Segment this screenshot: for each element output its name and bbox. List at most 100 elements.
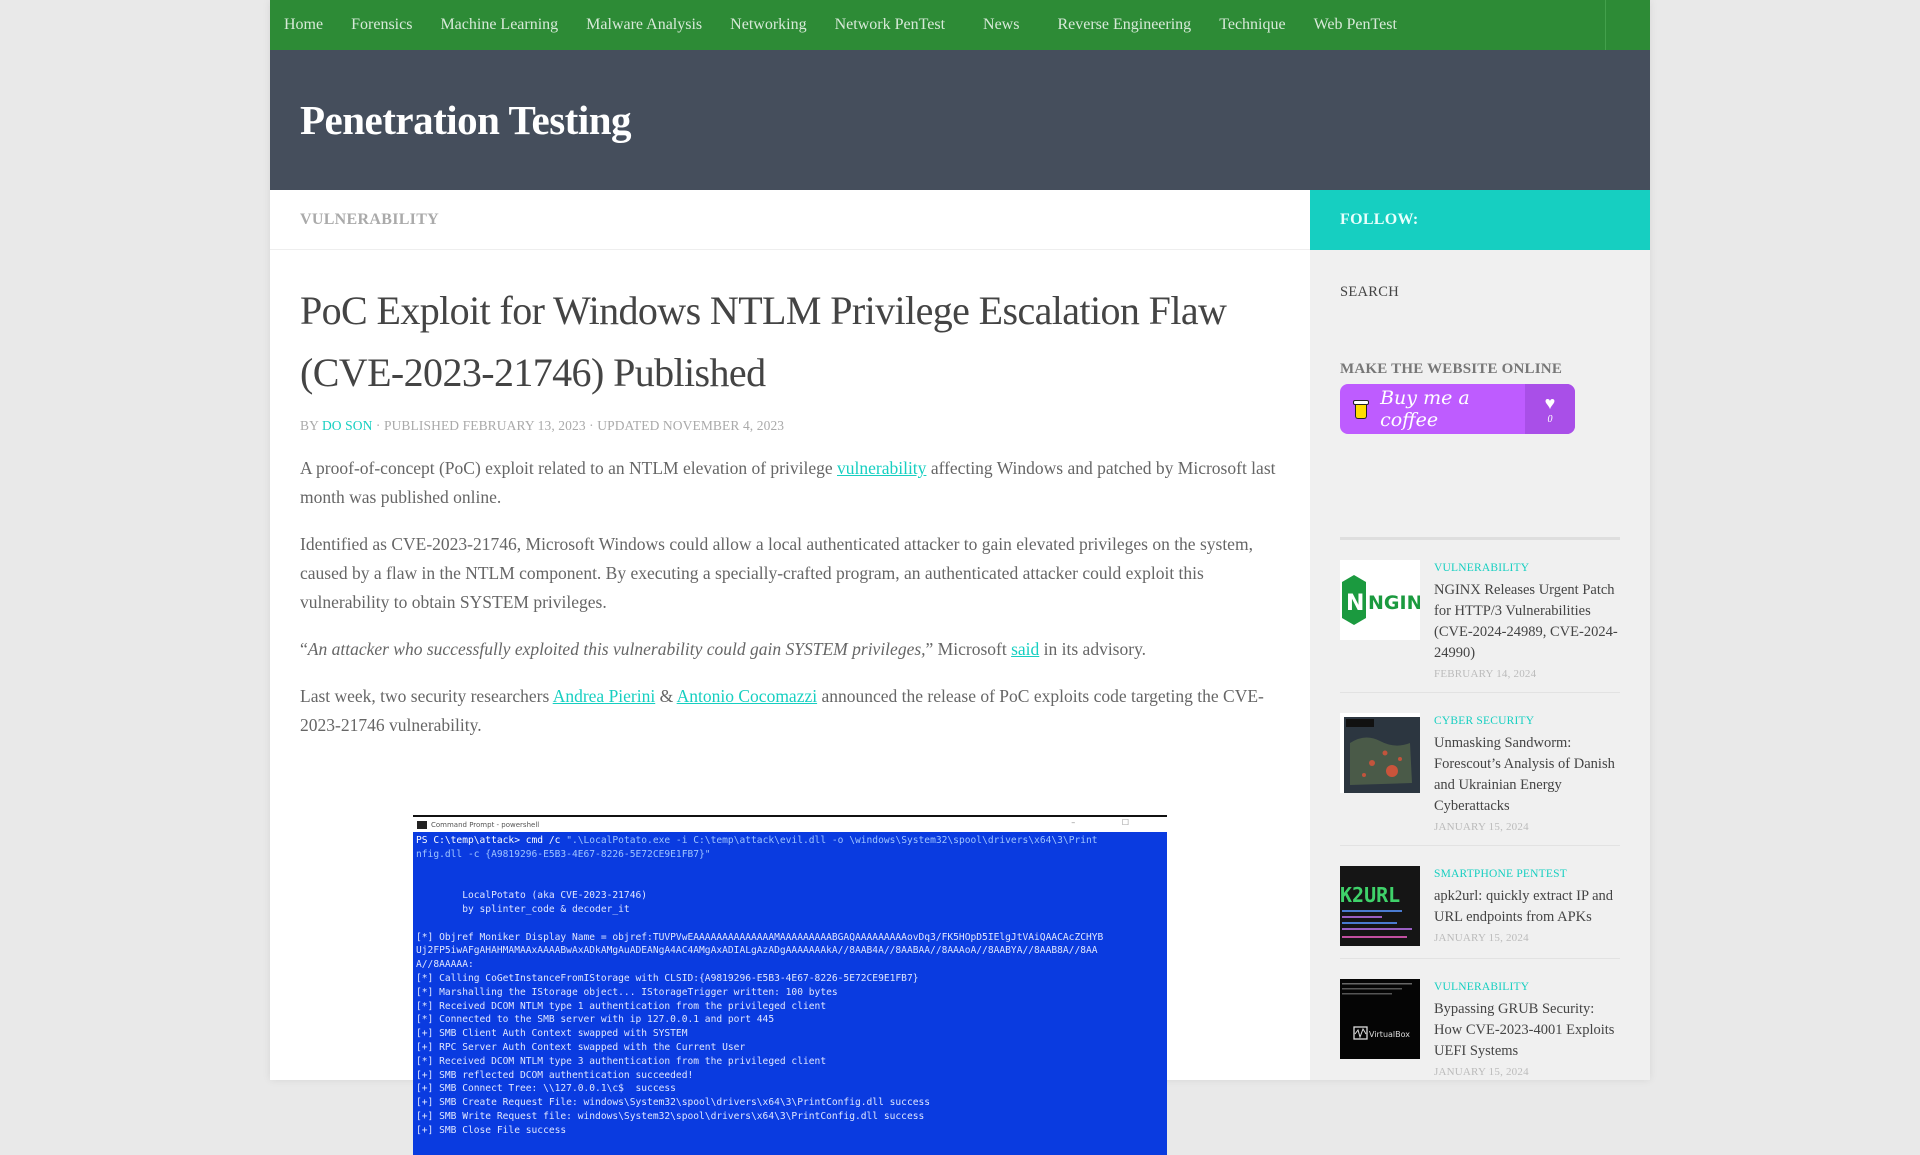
follow-label: FOLLOW: (1340, 211, 1419, 228)
said-link[interactable]: said (1011, 639, 1039, 659)
terminal-prompt: PS C:\temp\attack> cmd /c (416, 835, 567, 846)
terminal-titlebar: Command Prompt - powershell – ☐ (413, 817, 1167, 832)
post-date: JANUARY 15, 2024 (1434, 821, 1529, 833)
terminal-window-title: Command Prompt - powershell (431, 820, 540, 829)
terminal-line: [+] SMB reflected DCOM authentication su… (416, 1069, 694, 1081)
post-title[interactable]: Unmasking Sandworm: Forescout’s Analysis… (1434, 733, 1620, 817)
post-category[interactable]: CYBER SECURITY (1434, 715, 1620, 727)
svg-text:VirtualBox: VirtualBox (1369, 1030, 1410, 1039)
buy-me-a-coffee-button[interactable]: Buy me a coffee ♥ 0 (1340, 384, 1575, 434)
terminal-line: A//8AAAAA: (416, 959, 474, 971)
author-link[interactable]: DO SON (322, 418, 372, 433)
terminal-line: [+] SMB Close File success (416, 1124, 567, 1136)
terminal-output: PS C:\temp\attack> cmd /c ".\LocalPotato… (413, 832, 1167, 1140)
terminal-line: [+] SMB Client Auth Context swapped with… (416, 1028, 688, 1040)
breadcrumb: VULNERABILITY (270, 190, 1310, 250)
nav-item-home[interactable]: Home (270, 0, 337, 50)
terminal-command-line: PS C:\temp\attack> cmd /c ".\LocalPotato… (416, 834, 1164, 848)
nav-item-networking[interactable]: Networking (716, 0, 820, 50)
nginx-logo-thumbnail[interactable]: N NGINX (1340, 560, 1420, 640)
bmc-supporters[interactable]: ♥ 0 (1525, 384, 1575, 434)
svg-text:N: N (1346, 591, 1364, 616)
post-date: JANUARY 15, 2024 (1434, 932, 1529, 944)
andrea-pierini-link[interactable]: Andrea Pierini (553, 686, 656, 706)
nav-item-news[interactable]: News (959, 0, 1043, 50)
terminal-line: [*] Objref Moniker Display Name = objref… (416, 931, 1104, 943)
advisory-quote: An attacker who successfully exploited t… (307, 639, 926, 659)
main-content: VULNERABILITY PoC Exploit for Windows NT… (270, 190, 1310, 1155)
supporter-count: 0 (1547, 413, 1553, 425)
terminal-line: LocalPotato (aka CVE-2023-21746) (416, 890, 648, 902)
terminal-line: [*] Received DCOM NTLM type 3 authentica… (416, 1055, 827, 1067)
terminal-screenshot: Command Prompt - powershell – ☐ PS C:\te… (413, 815, 1167, 1155)
post-category[interactable]: VULNERABILITY (1434, 981, 1620, 993)
nav-item-forensics[interactable]: Forensics (337, 0, 426, 50)
article-byline: BY DO SON · PUBLISHED FEBRUARY 13, 2023 … (300, 418, 1280, 434)
sidebar: FOLLOW: SEARCH MAKE THE WEBSITE ONLINE B… (1310, 190, 1650, 1080)
support-widget-title: MAKE THE WEBSITE ONLINE (1340, 361, 1563, 377)
post-title[interactable]: apk2url: quickly extract IP and URL endp… (1434, 886, 1620, 928)
article: PoC Exploit for Windows NTLM Privilege E… (270, 250, 1310, 1155)
post-category[interactable]: VULNERABILITY (1434, 562, 1620, 574)
command-prompt-icon (417, 820, 427, 829)
recent-post-item: K2URL SMARTPHONE PENTEST apk2url: quickl… (1340, 846, 1620, 959)
nav-item-malware-analysis[interactable]: Malware Analysis (572, 0, 716, 50)
recent-post-item: CYBER SECURITY Unmasking Sandworm: Fores… (1340, 693, 1620, 846)
svg-text:NGINX: NGINX (1368, 592, 1420, 614)
terminal-line: [*] Received DCOM NTLM type 1 authentica… (416, 1000, 827, 1012)
terminal-command: ".\LocalPotato.exe -i C:\temp\attack\evi… (566, 835, 1098, 846)
breadcrumb-category[interactable]: VULNERABILITY (300, 211, 439, 228)
paragraph-4: Last week, two security researchers Andr… (300, 682, 1280, 740)
terminal-command-wrap: nfig.dll -c {A9819296-E5B3-4E67-8226-5E7… (416, 848, 711, 860)
heart-icon: ♥ (1544, 392, 1556, 413)
open-quote: “ (300, 639, 308, 659)
follow-bar: FOLLOW: (1310, 190, 1650, 250)
byline-dates: · PUBLISHED FEBRUARY 13, 2023 · UPDATED … (375, 418, 785, 433)
apk2url-thumbnail[interactable]: K2URL (1340, 866, 1420, 946)
post-category[interactable]: SMARTPHONE PENTEST (1434, 868, 1620, 880)
post-date: FEBRUARY 14, 2024 (1434, 668, 1537, 680)
p3-text-after: in its advisory. (1039, 639, 1147, 659)
site-title[interactable]: Penetration Testing (300, 96, 632, 144)
post-title[interactable]: NGINX Releases Urgent Patch for HTTP/3 V… (1434, 580, 1620, 664)
post-date: JANUARY 15, 2024 (1434, 1066, 1529, 1078)
search-widget-title: SEARCH (1340, 284, 1400, 300)
virtualbox-thumbnail[interactable]: VirtualBox (1340, 979, 1420, 1059)
terminal-line: [+] SMB Create Request File: windows\Sys… (416, 1097, 931, 1109)
site-header: Penetration Testing (270, 50, 1650, 190)
europe-map-thumbnail[interactable] (1340, 713, 1420, 793)
nav-item-machine-learning[interactable]: Machine Learning (426, 0, 572, 50)
terminal-line: [*] Calling CoGetInstanceFromIStorage wi… (416, 972, 919, 984)
post-title[interactable]: Bypassing GRUB Security: How CVE-2023-40… (1434, 999, 1620, 1062)
antonio-cocomazzi-link[interactable]: Antonio Cocomazzi (677, 686, 817, 706)
nav-item-web-pentest[interactable]: Web PenTest (1300, 0, 1411, 50)
nav-item-network-pentest[interactable]: Network PenTest (821, 0, 959, 50)
terminal-line: by splinter_code & decoder_it (416, 903, 630, 915)
coffee-cup-icon (1353, 398, 1369, 420)
svg-text:K2URL: K2URL (1340, 883, 1400, 907)
recent-posts: N NGINX VULNERABILITY NGINX Releases Urg… (1340, 540, 1620, 1090)
nav-item-reverse-engineering[interactable]: Reverse Engineering (1043, 0, 1205, 50)
ampersand: & (655, 686, 677, 706)
terminal-line: [*] Marshalling the IStorage object... I… (416, 986, 838, 998)
article-title: PoC Exploit for Windows NTLM Privilege E… (300, 288, 1227, 395)
vulnerability-link[interactable]: vulnerability (837, 458, 926, 478)
terminal-lines: LocalPotato (aka CVE-2023-21746) by spli… (416, 862, 1164, 1138)
paragraph-3: “An attacker who successfully exploited … (300, 635, 1280, 664)
recent-post-item: N NGINX VULNERABILITY NGINX Releases Urg… (1340, 540, 1620, 693)
terminal-line: [+] SMB Write Request file: windows\Syst… (416, 1110, 925, 1122)
terminal-line: [+] RPC Server Auth Context swapped with… (416, 1041, 746, 1053)
terminal-line: [*] Connected to the SMB server with ip … (416, 1014, 775, 1026)
bmc-main: Buy me a coffee (1340, 384, 1525, 434)
nav-divider (1605, 0, 1606, 50)
bmc-label: Buy me a coffee (1380, 387, 1470, 431)
paragraph-2: Identified as CVE-2023-21746, Microsoft … (300, 534, 1253, 612)
paragraph-1: A proof-of-concept (PoC) exploit related… (300, 454, 1280, 512)
p1-text: A proof-of-concept (PoC) exploit related… (300, 458, 837, 478)
nav-item-technique[interactable]: Technique (1205, 0, 1299, 50)
p4-text: Last week, two security researchers (300, 686, 553, 706)
terminal-line: [+] SMB Connect Tree: \\127.0.0.1\c$ suc… (416, 1083, 676, 1095)
